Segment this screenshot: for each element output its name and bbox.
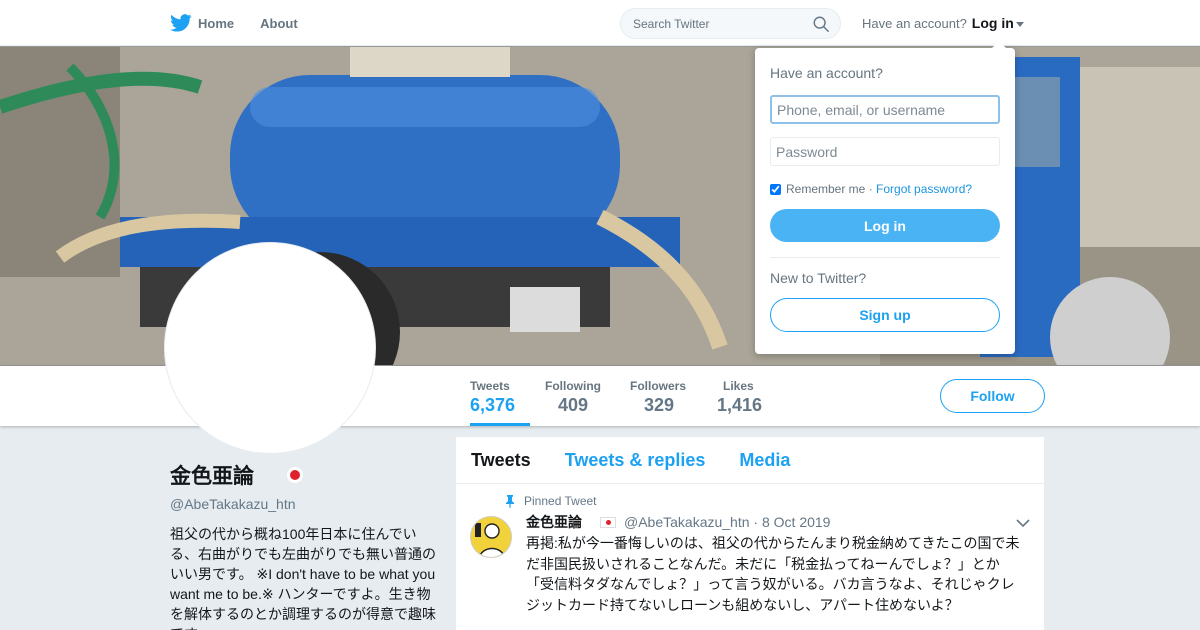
chevron-down-icon[interactable] bbox=[1016, 518, 1030, 528]
stat-label: Followers bbox=[630, 379, 687, 393]
login-toggle-label: Log in bbox=[971, 15, 1014, 31]
login-dropdown: Have an account? Remember me · Forgot pa… bbox=[755, 41, 1015, 354]
tweet-avatar[interactable] bbox=[470, 516, 512, 558]
login-dropdown-heading: Have an account? bbox=[770, 65, 883, 81]
profile-handle[interactable]: @AbeTakakazu_htn bbox=[170, 496, 440, 512]
pinned-indicator: Pinned Tweet bbox=[503, 494, 1029, 508]
remember-row: Remember me · Forgot password? bbox=[770, 182, 1000, 196]
stat-followers[interactable]: Followers 329 bbox=[630, 366, 700, 426]
stat-value: 1,416 bbox=[717, 395, 763, 415]
tweet-author-name[interactable]: 金色亜論 bbox=[526, 512, 582, 532]
tweet-header: 金色亜論 @AbeTakakazu_htn · 8 Oct 2019 bbox=[526, 512, 1029, 532]
login-toggle[interactable]: Log in bbox=[972, 15, 1024, 31]
pinned-tweet[interactable]: Pinned Tweet 金色亜論 @AbeTakakazu_htn · 8 O… bbox=[456, 484, 1044, 630]
tweet-text: 再掲:私が今一番悔しいのは、祖父の代からたんまり税金納めてきたこの国で未だ非国民… bbox=[526, 535, 1020, 613]
tweet-separator: · bbox=[749, 514, 762, 530]
new-to-twitter-label: New to Twitter? bbox=[770, 270, 867, 286]
top-nav: Home About Have an account? Log in bbox=[0, 0, 1200, 46]
stat-value: 409 bbox=[558, 395, 589, 415]
stat-label: Following bbox=[545, 379, 601, 393]
remember-checkbox[interactable] bbox=[770, 183, 781, 195]
profile-bio: 祖父の代から概ね100年日本に住んでいる、右曲がりでも左曲がりでも無い普通のいい… bbox=[170, 526, 436, 630]
search-input[interactable] bbox=[621, 9, 801, 38]
pin-icon bbox=[506, 495, 514, 508]
stat-likes[interactable]: Likes 1,416 bbox=[717, 366, 777, 426]
pinned-label: Pinned Tweet bbox=[524, 494, 597, 508]
follow-button[interactable]: Follow bbox=[940, 379, 1045, 413]
remember-separator: · bbox=[865, 182, 877, 196]
timeline-tabs: Tweets Tweets & replies Media bbox=[456, 437, 1044, 484]
nav-home[interactable]: Home bbox=[170, 14, 234, 32]
japan-flag-icon bbox=[600, 516, 616, 528]
caret-down-icon bbox=[1015, 21, 1024, 27]
nav-home-label: Home bbox=[198, 15, 235, 31]
have-account-label: Have an account? bbox=[862, 15, 967, 31]
stat-following[interactable]: Following 409 bbox=[545, 366, 615, 426]
stat-label: Likes bbox=[723, 379, 754, 393]
tab-tweets-replies[interactable]: Tweets & replies bbox=[565, 450, 706, 471]
nav-about[interactable]: About bbox=[260, 16, 298, 31]
name-row: 金色亜論 bbox=[170, 460, 440, 490]
timeline: Tweets Tweets & replies Media Pinned Twe… bbox=[456, 437, 1044, 630]
stat-label: Tweets bbox=[470, 379, 510, 393]
forgot-password-link[interactable]: Forgot password? bbox=[876, 182, 972, 196]
profile-info: 金色亜論 @AbeTakakazu_htn 祖父の代から概ね100年日本に住んで… bbox=[170, 460, 440, 630]
avatar[interactable] bbox=[164, 242, 376, 454]
tweet-date[interactable]: 8 Oct 2019 bbox=[762, 514, 831, 530]
remember-label[interactable]: Remember me bbox=[786, 182, 865, 196]
divider bbox=[770, 257, 1000, 258]
search-icon[interactable] bbox=[812, 15, 830, 33]
stat-value: 6,376 bbox=[470, 395, 516, 415]
search-box bbox=[620, 8, 841, 39]
tweet-avatar-image bbox=[471, 517, 511, 557]
tab-media[interactable]: Media bbox=[739, 450, 790, 471]
stat-value: 329 bbox=[644, 395, 675, 415]
signup-button[interactable]: Sign up bbox=[770, 298, 1000, 332]
nav-about-label: About bbox=[260, 15, 298, 31]
profile-name: 金色亜論 bbox=[170, 465, 254, 488]
password-field[interactable] bbox=[770, 137, 1000, 166]
twitter-bird-icon bbox=[170, 14, 192, 32]
account-area: Have an account? Log in bbox=[862, 0, 1024, 46]
stat-tweets[interactable]: Tweets 6,376 bbox=[470, 366, 530, 426]
japan-flag-icon bbox=[290, 470, 300, 480]
tab-tweets[interactable]: Tweets bbox=[471, 450, 531, 471]
login-button[interactable]: Log in bbox=[770, 209, 1000, 242]
username-field[interactable] bbox=[770, 95, 1000, 124]
nav-left: Home About bbox=[170, 0, 324, 46]
tweet-author-handle[interactable]: @AbeTakakazu_htn bbox=[624, 514, 750, 530]
